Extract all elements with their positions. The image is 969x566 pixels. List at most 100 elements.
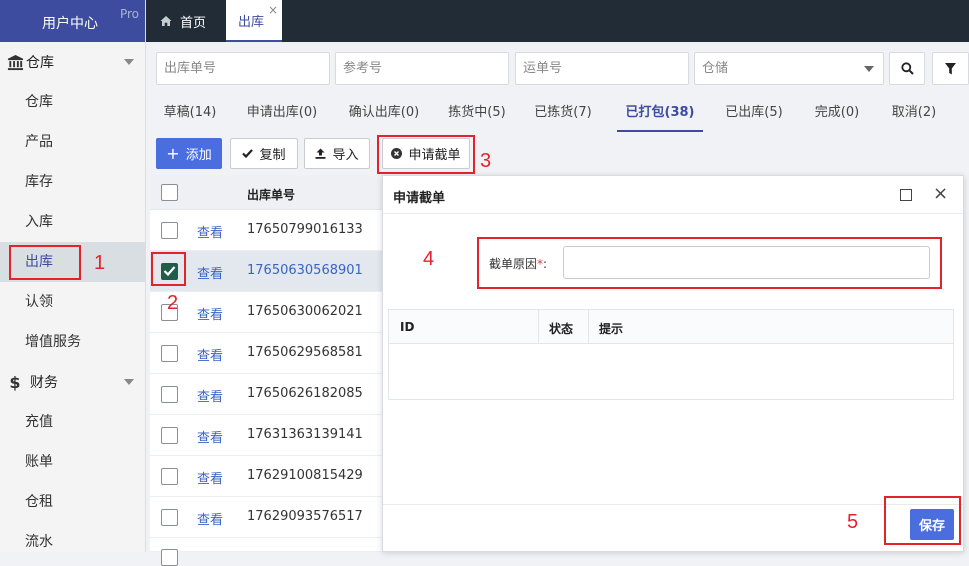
tab-confirm-outbound[interactable]: 确认出库(0) (340, 94, 428, 132)
sidebar-item-value-added[interactable]: 增值服务 (0, 322, 146, 362)
sidebar-item-bill[interactable]: 账单 (0, 442, 146, 482)
plus-icon: + (166, 144, 180, 163)
table-row: 查看 17629093576517 (150, 497, 390, 538)
nav-group-finance[interactable]: $ 财务 (0, 362, 146, 402)
order-no-cell: 17650629568581 (247, 345, 363, 360)
row-checkbox[interactable] (161, 468, 178, 485)
view-link[interactable]: 查看 (197, 222, 223, 241)
brand-title: 用户中心 (42, 16, 98, 32)
view-link[interactable]: 查看 (197, 304, 223, 323)
col-tip: 提示 (599, 322, 624, 336)
result-table: ID 状态 提示 (388, 309, 954, 400)
brand-tag: Pro (119, 7, 139, 21)
annotation-number: 5 (847, 511, 859, 533)
order-no-cell: 17629093576517 (247, 509, 363, 524)
tab-shipped[interactable]: 已出库(5) (718, 94, 790, 132)
order-no-cell: 17629100815429 (247, 468, 363, 483)
row-checkbox[interactable] (161, 222, 178, 239)
search-button[interactable] (889, 52, 925, 85)
waybill-input[interactable]: 运单号 (515, 52, 689, 85)
table-row: 查看 17631363139141 (150, 415, 390, 456)
row-checkbox[interactable] (161, 509, 178, 526)
view-link[interactable]: 查看 (197, 468, 223, 487)
tab-picking[interactable]: 拣货中(5) (442, 94, 512, 132)
col-id: ID (400, 320, 415, 334)
table-row: 查看 17650630568901 (150, 251, 390, 292)
row-checkbox[interactable] (161, 345, 178, 362)
result-table-header: ID 状态 提示 (389, 310, 953, 344)
outbound-table: 出库单号 查看 17650799016133 查看 17650630568901… (150, 175, 390, 566)
tab-home-label: 首页 (180, 15, 207, 31)
view-link[interactable]: 查看 (197, 427, 223, 446)
sidebar-item-product[interactable]: 产品 (0, 122, 146, 162)
sidebar-item-recharge[interactable]: 充值 (0, 402, 146, 442)
tab-packed[interactable]: 已打包(38) (617, 94, 703, 132)
top-tab-bar: 首页 出库 × (146, 0, 969, 42)
order-no-cell: 17631363139141 (247, 427, 363, 442)
annotation-box (477, 237, 942, 289)
filter-button[interactable] (932, 52, 969, 85)
order-no-cell: 17650626182085 (247, 386, 363, 401)
view-link[interactable]: 查看 (197, 509, 223, 528)
tab-cancelled[interactable]: 取消(2) (883, 94, 945, 132)
tab-draft[interactable]: 草稿(14) (152, 94, 228, 132)
filter-icon (945, 62, 956, 74)
table-header: 出库单号 (150, 175, 390, 210)
tab-picked[interactable]: 已拣货(7) (528, 94, 598, 132)
table-row: 查看 17650799016133 (150, 210, 390, 251)
add-button[interactable]: + 添加 (156, 138, 222, 169)
warehouse-select-value: 仓储 (702, 61, 729, 76)
row-checkbox[interactable] (161, 427, 178, 444)
import-button[interactable]: 导入 (304, 138, 370, 169)
bank-icon (6, 53, 24, 71)
table-row (150, 538, 390, 566)
table-row: 查看 17650626182085 (150, 374, 390, 415)
order-no-input[interactable]: 出库单号 (156, 52, 330, 85)
intercept-dialog: 申请截单 × 截单原因*: ID 状态 提示 保存 (382, 175, 964, 552)
order-no-cell: 17650630062021 (247, 304, 363, 319)
nav-group-warehouse[interactable]: 仓库 (0, 42, 146, 82)
annotation-number: 1 (94, 252, 106, 274)
check-icon (242, 149, 254, 158)
close-tab-icon[interactable]: × (268, 3, 278, 17)
close-icon[interactable]: × (933, 185, 948, 203)
column-divider (538, 310, 539, 344)
nav-group-label: 财务 (30, 375, 58, 391)
copy-button[interactable]: 复制 (230, 138, 298, 169)
view-link[interactable]: 查看 (197, 345, 223, 364)
view-link[interactable]: 查看 (197, 263, 223, 282)
col-order-no: 出库单号 (247, 188, 296, 202)
chevron-down-icon (124, 379, 134, 385)
home-icon (160, 16, 172, 26)
sidebar-item-inventory[interactable]: 库存 (0, 162, 146, 202)
tab-home[interactable]: 首页 (146, 0, 222, 42)
sidebar-item-rent[interactable]: 仓租 (0, 482, 146, 522)
sidebar-item-claim[interactable]: 认领 (0, 282, 146, 322)
annotation-box (377, 135, 475, 174)
row-checkbox[interactable] (161, 386, 178, 403)
tab-outbound[interactable]: 出库 × (226, 0, 282, 42)
select-all-checkbox[interactable] (161, 184, 178, 201)
col-status: 状态 (549, 322, 574, 336)
sidebar-item-warehouse[interactable]: 仓库 (0, 82, 146, 122)
tab-apply-outbound[interactable]: 申请出库(0) (238, 94, 326, 132)
warehouse-select[interactable]: 仓储 (694, 52, 884, 85)
table-row: 查看 17650629568581 (150, 333, 390, 374)
nav-group-label: 仓库 (26, 55, 54, 71)
ref-no-input[interactable]: 参考号 (335, 52, 509, 85)
upload-icon (315, 148, 326, 159)
order-no-cell: 17650799016133 (247, 222, 363, 237)
dialog-header: 申请截单 × (383, 176, 963, 214)
table-row: 查看 17650630062021 (150, 292, 390, 333)
annotation-number: 2 (167, 292, 179, 314)
annotation-box (884, 496, 961, 545)
copy-button-label: 复制 (259, 148, 286, 163)
tab-completed[interactable]: 完成(0) (802, 94, 872, 132)
sidebar-item-inbound[interactable]: 入库 (0, 202, 146, 242)
maximize-icon[interactable] (900, 189, 912, 201)
view-link[interactable]: 查看 (197, 386, 223, 405)
dialog-title: 申请截单 (393, 191, 446, 206)
brand-header: 用户中心 Pro (0, 0, 145, 42)
annotation-box (151, 252, 186, 286)
sidebar-item-flow[interactable]: 流水 (0, 522, 146, 562)
